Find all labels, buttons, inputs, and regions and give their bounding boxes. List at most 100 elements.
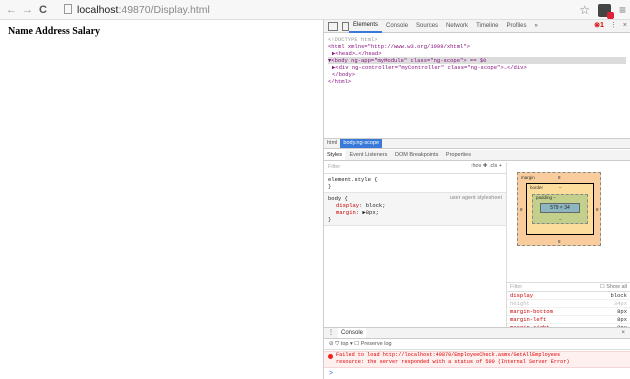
tab-timeline[interactable]: Timeline [472,20,502,32]
close-drawer-icon[interactable]: × [621,328,625,338]
devtools-tabbar: Elements Console Sources Network Timelin… [324,20,630,33]
padding-bottom: – [559,217,562,222]
margin-right: 8 [596,207,599,212]
url-path: :49870/Display.html [118,4,210,16]
inspect-icon[interactable] [328,21,338,31]
devtools-panel: Elements Console Sources Network Timelin… [323,20,630,379]
computed-list: Filter ☐ Show all display block height 34p… [507,282,630,332]
prop-name: display [336,202,360,209]
rule-close: } [328,216,332,223]
prop-name: margin [336,209,356,216]
url-host: localhost [77,4,119,16]
back-icon[interactable]: ← [6,3,17,17]
styles-filter-placeholder: Filter [328,164,341,170]
border-value: – [559,185,562,190]
tab-network[interactable]: Network [442,20,472,32]
computed-value: 8px [617,316,627,323]
margin-top: 8 [558,175,561,180]
console-error-message[interactable]: Failed to load http://localhost:49870/Em… [324,351,630,368]
crumb-body[interactable]: body.ng-scope [340,139,383,148]
console-toolbar[interactable]: ⊘ ⛉ top ▾ ☐ Preserve log [324,339,630,350]
tab-event-listeners[interactable]: Event Listeners [347,150,391,160]
address-bar[interactable]: localhost:49870/Display.html [64,2,554,18]
styles-pane: Filter :hov ✚ .cls + element.style { } b… [324,162,506,327]
menu-icon[interactable]: ≡ [619,3,626,17]
rule-selector: element.style { [328,176,378,183]
dom-line[interactable]: <html xmlns="http://www.w3.org/1999/xhtm… [328,43,626,50]
computed-name: margin-bottom [510,308,553,315]
console-drawer-tab[interactable]: Console [338,328,367,338]
tab-properties[interactable]: Properties [443,150,474,160]
dom-line[interactable]: ▶<div ng-controller="myController" class… [328,64,626,71]
star-icon[interactable]: ☆ [579,3,590,17]
elements-tree: <!DOCTYPE html> <html xmlns="http://www.… [328,36,626,136]
dom-line[interactable]: <!DOCTYPE html> [328,36,626,43]
ua-stylesheet-label: user agent stylesheet [449,195,502,201]
error-line-1: Failed to load http://localhost:49870/Em… [336,352,561,358]
rule-close: } [328,183,332,190]
dom-line[interactable]: </body> [328,71,626,78]
tab-sources[interactable]: Sources [412,20,442,32]
css-property[interactable]: display: block; [328,202,502,209]
page-icon [64,4,72,14]
tab-console[interactable]: Console [382,20,412,32]
computed-value: block [610,292,627,299]
drawer-menu-icon[interactable]: ⋮ [328,328,334,338]
computed-row[interactable]: margin-left 8px [507,316,630,324]
crumb-html[interactable]: html [324,139,340,148]
prop-value: block; [365,202,386,209]
margin-label: margin [521,175,535,180]
error-line-2: resource: the server responded with a st… [336,359,570,365]
computed-name: margin-left [510,316,547,323]
styles-filter[interactable]: Filter :hov ✚ .cls + [324,162,506,174]
styles-filter-controls[interactable]: :hov ✚ .cls + [471,163,502,170]
css-property[interactable]: margin: ▶8px; [328,209,502,216]
computed-row[interactable]: height 34px [507,300,630,308]
forward-icon[interactable]: → [22,3,33,17]
computed-name: height [510,300,530,307]
device-mode-icon[interactable] [342,21,349,31]
computed-value: 34px [613,300,627,307]
computed-filter[interactable]: Filter ☐ Show all [507,282,630,292]
padding-box: padding – 579 × 34 – [532,194,588,224]
margin-left: 8 [520,207,523,212]
prop-value: ▶8px; [362,209,379,216]
box-model: margin 8 8 8 8 border – padding – 579 × … [517,172,601,246]
close-devtools-icon[interactable]: × [623,20,627,32]
computed-side: margin 8 8 8 8 border – padding – 579 × … [506,162,630,332]
error-count: 1 [600,22,604,29]
computed-row[interactable]: margin-bottom 8px [507,308,630,316]
breadcrumb: html body.ng-scope [324,138,630,149]
extension-icon[interactable] [597,3,614,19]
error-icon [328,354,333,359]
border-box: border – padding – 579 × 34 – [526,183,594,235]
padding-label: padding – [536,195,556,200]
computed-name: display [510,292,534,299]
show-all-label: Show all [606,284,627,290]
computed-value: 8px [617,308,627,315]
settings-icon[interactable]: ⋮ [610,20,617,32]
rule-selector: body { [328,195,348,202]
body-rule[interactable]: body { user agent stylesheet display: blo… [324,193,506,226]
tab-dom-breakpoints[interactable]: DOM Breakpoints [392,150,441,160]
show-all-checkbox[interactable]: ☐ Show all [600,284,627,291]
element-style-rule[interactable]: element.style { } [324,174,506,193]
border-label: border [530,185,544,190]
dom-line[interactable]: </html> [328,78,626,85]
browser-toolbar: ← → C localhost:49870/Display.html ☆ ≡ [0,0,630,20]
content-box: 579 × 34 [540,203,580,213]
dom-line[interactable]: ▶<head>…</head> [328,50,626,57]
more-tabs-icon[interactable]: » [531,20,542,32]
tab-elements[interactable]: Elements [349,19,383,33]
error-count-badge[interactable]: ⊗1 [594,20,604,32]
console-prompt[interactable]: > [329,370,333,377]
dom-line-selected[interactable]: ▼<body ng-app="myModule" class="ng-scope… [328,57,626,64]
reload-icon[interactable]: C [39,3,47,17]
tab-styles[interactable]: Styles [324,150,345,160]
tab-profiles[interactable]: Profiles [503,20,531,32]
margin-bottom: 8 [558,239,561,244]
page-heading: Name Address Salary [8,26,101,37]
computed-row[interactable]: display block [507,292,630,300]
console-drawer-tabbar: ⋮ Console × [324,327,630,339]
styles-subtabs: Styles Event Listeners DOM Breakpoints P… [324,150,630,161]
